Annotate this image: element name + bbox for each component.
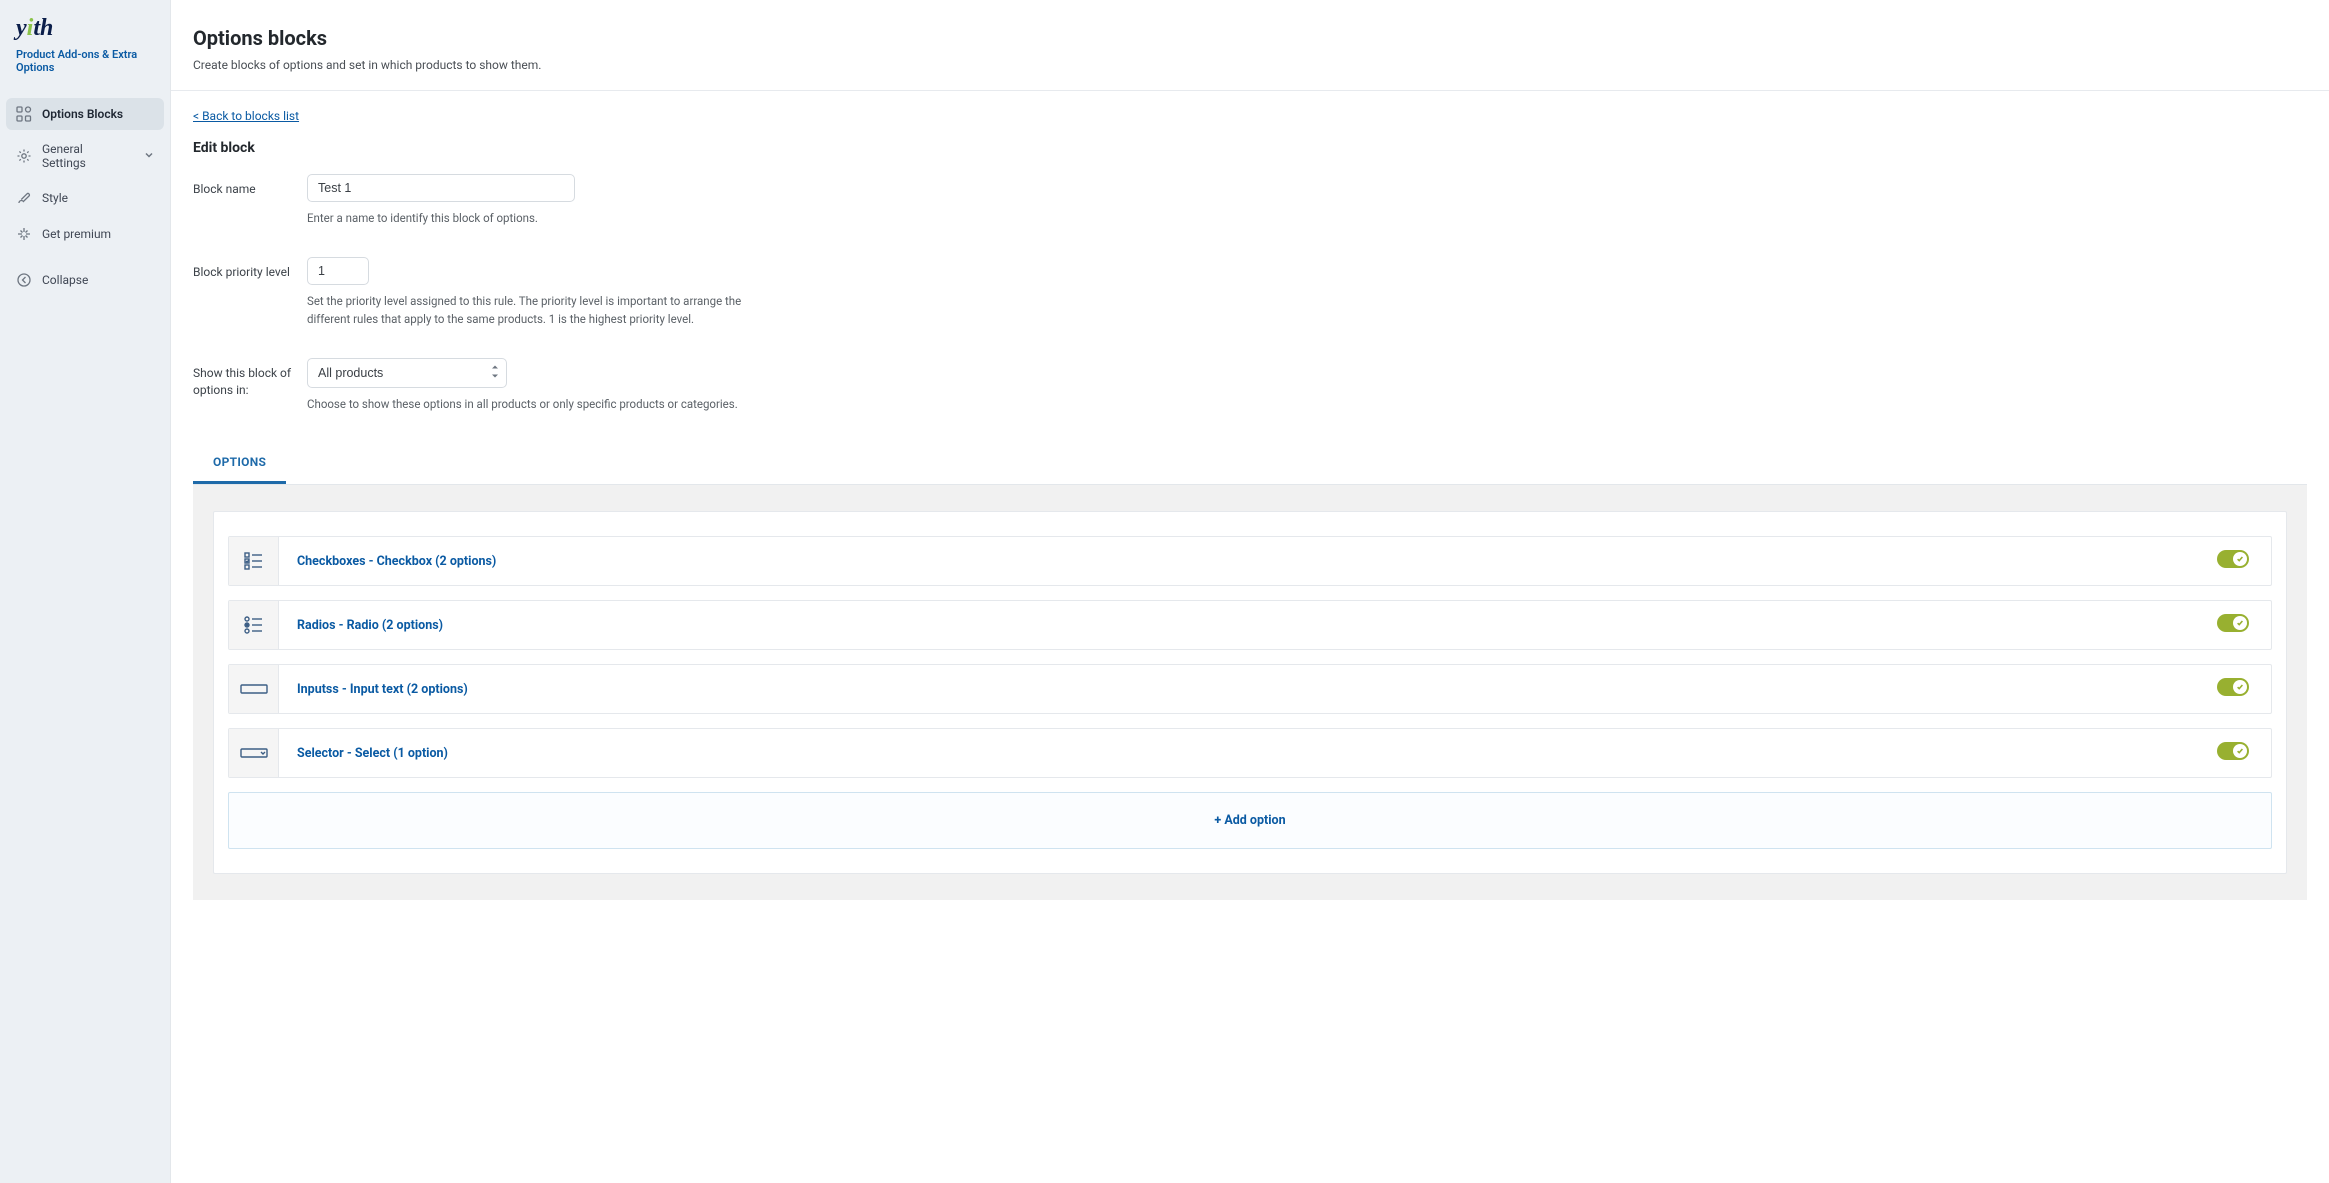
sidebar-item-label: General Settings (42, 142, 124, 170)
sidebar-item-options-blocks[interactable]: Options Blocks (6, 98, 164, 130)
option-row-title: Radios - Radio (2 options) (279, 618, 2217, 633)
toggle-enabled[interactable] (2217, 678, 2249, 696)
side-nav: Options Blocks General Settings Style (6, 98, 164, 296)
main: Options blocks Create blocks of options … (170, 0, 2329, 1183)
page-description: Create blocks of options and set in whic… (193, 58, 2307, 72)
option-row-title: Checkboxes - Checkbox (2 options) (279, 554, 2217, 569)
sparkle-icon (16, 226, 32, 242)
tab-options[interactable]: OPTIONS (193, 443, 286, 484)
toggle-enabled[interactable] (2217, 550, 2249, 568)
collapse-icon (16, 272, 32, 288)
options-panel: Checkboxes - Checkbox (2 options) (193, 485, 2307, 900)
sidebar-item-general-settings[interactable]: General Settings (6, 134, 164, 178)
sidebar-item-label: Collapse (42, 273, 88, 287)
sidebar-item-get-premium[interactable]: Get premium (6, 218, 164, 250)
radio-list-icon (229, 601, 279, 649)
help-block-name: Enter a name to identify this block of o… (307, 210, 747, 227)
input-block-name[interactable] (307, 174, 575, 202)
page-header: Options blocks Create blocks of options … (171, 0, 2329, 91)
text-input-icon (229, 665, 279, 713)
back-link[interactable]: < Back to blocks list (193, 109, 299, 123)
chevron-down-icon (144, 149, 154, 163)
select-show-in[interactable]: All products (307, 358, 507, 388)
page-title: Options blocks (193, 26, 2307, 50)
check-icon (2233, 744, 2247, 758)
row-block-name: Block name Enter a name to identify this… (193, 174, 2307, 227)
select-icon (229, 729, 279, 777)
brand: yith Product Add-ons & Extra Options (6, 10, 164, 76)
label-show-in: Show this block of options in: (193, 358, 307, 399)
option-row-title: Selector - Select (1 option) (279, 746, 2217, 761)
option-row-radios[interactable]: Radios - Radio (2 options) (228, 600, 2272, 650)
tabs: OPTIONS (193, 443, 2307, 485)
check-icon (2233, 680, 2247, 694)
checkbox-list-icon (229, 537, 279, 585)
sidebar-collapse[interactable]: Collapse (6, 264, 164, 296)
help-show-in: Choose to show these options in all prod… (307, 396, 1027, 413)
add-option-button[interactable]: + Add option (228, 792, 2272, 849)
toggle-enabled[interactable] (2217, 742, 2249, 760)
option-row-selector[interactable]: Selector - Select (1 option) (228, 728, 2272, 778)
label-priority: Block priority level (193, 257, 307, 281)
sidebar: yith Product Add-ons & Extra Options Opt… (0, 0, 170, 1183)
sidebar-item-style[interactable]: Style (6, 182, 164, 214)
row-priority: Block priority level Set the priority le… (193, 257, 2307, 328)
sidebar-item-label: Get premium (42, 227, 111, 241)
sidebar-item-label: Options Blocks (42, 107, 123, 121)
sidebar-item-label: Style (42, 191, 68, 205)
option-row-inputs[interactable]: Inputss - Input text (2 options) (228, 664, 2272, 714)
section-title: Edit block (193, 140, 2307, 156)
brand-subtitle: Product Add-ons & Extra Options (16, 48, 154, 74)
check-icon (2233, 552, 2247, 566)
option-row-title: Inputss - Input text (2 options) (279, 682, 2217, 697)
row-show-in: Show this block of options in: All produ… (193, 358, 2307, 413)
toggle-enabled[interactable] (2217, 614, 2249, 632)
brand-logo: yith (16, 16, 154, 40)
brush-icon (16, 190, 32, 206)
content: < Back to blocks list Edit block Block n… (171, 91, 2329, 930)
blocks-icon (16, 106, 32, 122)
check-icon (2233, 616, 2247, 630)
options-panel-inner: Checkboxes - Checkbox (2 options) (213, 511, 2287, 874)
gear-icon (16, 148, 32, 164)
option-row-checkboxes[interactable]: Checkboxes - Checkbox (2 options) (228, 536, 2272, 586)
help-priority: Set the priority level assigned to this … (307, 293, 747, 328)
input-priority[interactable] (307, 257, 369, 285)
label-block-name: Block name (193, 174, 307, 198)
